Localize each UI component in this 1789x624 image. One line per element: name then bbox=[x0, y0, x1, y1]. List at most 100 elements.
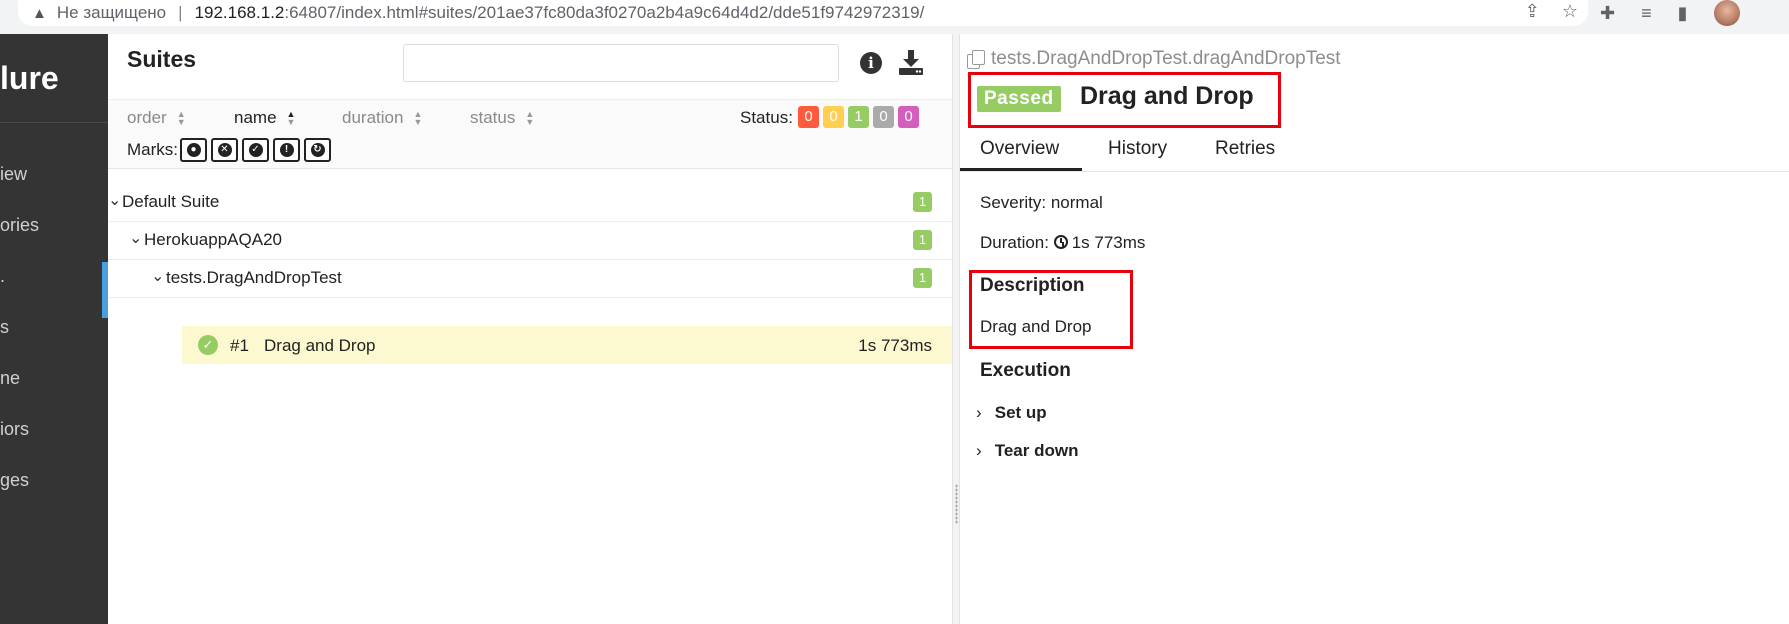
step-label: Set up bbox=[994, 403, 1047, 422]
sidebar-item-categories[interactable]: ories bbox=[0, 215, 39, 236]
tab-retries[interactable]: Retries bbox=[1215, 138, 1275, 160]
download-icon[interactable] bbox=[898, 48, 924, 76]
clock-icon bbox=[1053, 235, 1068, 249]
copy-icon[interactable] bbox=[967, 50, 985, 69]
warning-icon[interactable]: ▲ bbox=[32, 5, 47, 22]
status-filter-label: Status: bbox=[740, 108, 793, 127]
sort-name[interactable]: name ▲ ▼ bbox=[234, 108, 295, 128]
active-tab-indicator bbox=[960, 168, 1082, 171]
sidebar-item-timeline[interactable]: ne bbox=[0, 368, 20, 389]
sort-arrows-icon: ▲ ▼ bbox=[176, 109, 186, 127]
test-name: Drag and Drop bbox=[264, 336, 376, 355]
reading-list-icon[interactable]: ≡ bbox=[1641, 3, 1652, 24]
tree-row-herokuapp[interactable]: ⌄ HerokuappAQA20 1 bbox=[108, 220, 952, 260]
step-label: Tear down bbox=[994, 441, 1079, 460]
duration: Duration: 1s 773ms bbox=[980, 233, 1145, 253]
url-actions: ⇪ ☆ bbox=[1525, 1, 1578, 22]
insecure-label[interactable]: Не защищено bbox=[57, 3, 166, 23]
test-number: #1 bbox=[230, 336, 249, 355]
info-icon[interactable]: i bbox=[860, 52, 882, 74]
new-failed-mark-toggle[interactable]: ✕ bbox=[211, 138, 238, 162]
count-badge: 1 bbox=[913, 230, 932, 250]
tree-row-label: Default Suite bbox=[122, 192, 220, 211]
status-failed-toggle[interactable]: 0 bbox=[798, 106, 819, 128]
check-circle-icon: ✓ bbox=[248, 143, 263, 157]
retries-mark-toggle[interactable]: ↻ bbox=[304, 138, 331, 162]
flaky-mark-toggle[interactable]: ● bbox=[180, 138, 207, 162]
sidebar-item-packages[interactable]: ges bbox=[0, 470, 29, 491]
url-path[interactable]: :64807/index.html#suites/201ae37fc80da3f… bbox=[284, 3, 924, 23]
duration-label: Duration: bbox=[980, 233, 1049, 252]
new-passed-mark-toggle[interactable]: ✓ bbox=[242, 138, 269, 162]
status-unknown-toggle[interactable]: 0 bbox=[898, 106, 919, 128]
browser-extensions: ✚ ≡ ▮ bbox=[1600, 0, 1740, 26]
execution-heading: Execution bbox=[980, 360, 1071, 381]
sort-status-label: status bbox=[470, 108, 516, 127]
check-circle-icon: ✓ bbox=[198, 335, 218, 355]
sidebar: lure iew ories . s ne iors ges bbox=[0, 34, 108, 624]
new-broken-mark-toggle[interactable]: ! bbox=[273, 138, 300, 162]
test-full-name: tests.DragAndDropTest.dragAndDropTest bbox=[991, 48, 1341, 69]
marks-filter: ● ✕ ✓ ! ↻ bbox=[180, 138, 331, 162]
step-teardown[interactable]: › Tear down bbox=[976, 441, 1078, 461]
tree-row-label: HerokuappAQA20 bbox=[144, 230, 282, 249]
description-heading: Description bbox=[980, 275, 1085, 296]
tree-row-dragdrop-test[interactable]: ⌄ tests.DragAndDropTest 1 bbox=[108, 258, 952, 298]
sort-status[interactable]: status ▲ ▼ bbox=[470, 108, 534, 128]
count-badge: 1 bbox=[913, 268, 932, 288]
status-skipped-toggle[interactable]: 0 bbox=[873, 106, 894, 128]
extensions-puzzle-icon[interactable]: ✚ bbox=[1600, 3, 1615, 24]
sidebar-item-graphs[interactable]: s bbox=[0, 317, 9, 338]
page-title: Suites bbox=[127, 46, 197, 72]
sort-name-label: name bbox=[234, 108, 277, 127]
url-host[interactable]: 192.168.1.2 bbox=[195, 3, 285, 23]
chevron-right-icon: › bbox=[976, 403, 982, 422]
status-filter: 0 0 1 0 0 bbox=[798, 106, 919, 128]
chevron-right-icon: › bbox=[976, 441, 982, 460]
splitter-grip-icon[interactable] bbox=[955, 484, 958, 524]
sidebar-item-behaviors[interactable]: iors bbox=[0, 419, 29, 440]
marks-label: Marks: bbox=[127, 140, 178, 159]
profile-avatar[interactable] bbox=[1713, 0, 1740, 26]
status-broken-toggle[interactable]: 0 bbox=[823, 106, 844, 128]
times-circle-icon: ✕ bbox=[217, 143, 232, 157]
url-separator: | bbox=[178, 3, 183, 22]
breadcrumb: tests.DragAndDropTest.dragAndDropTest bbox=[967, 48, 1341, 70]
test-case-row[interactable]: ✓ #1 Drag and Drop 1s 773ms bbox=[182, 326, 952, 364]
browser-toolbar: ▲ Не защищено | 192.168.1.2 :64807/index… bbox=[0, 0, 1789, 34]
side-panel-icon[interactable]: ▮ bbox=[1678, 3, 1688, 24]
address-bar[interactable]: ▲ Не защищено | 192.168.1.2 :64807/index… bbox=[18, 0, 1588, 26]
sort-order[interactable]: order ▲ ▼ bbox=[127, 108, 186, 128]
severity: Severity: normal bbox=[980, 193, 1103, 212]
sidebar-item-overview[interactable]: iew bbox=[0, 164, 27, 185]
sort-arrows-icon: ▲ ▼ bbox=[413, 109, 423, 127]
step-setup[interactable]: › Set up bbox=[976, 403, 1047, 423]
sidebar-divider bbox=[0, 122, 108, 123]
tab-history[interactable]: History bbox=[1108, 138, 1167, 160]
sort-order-label: order bbox=[127, 108, 167, 127]
sort-duration[interactable]: duration ▲ ▼ bbox=[342, 108, 422, 128]
test-detail-panel: tests.DragAndDropTest.dragAndDropTest Pa… bbox=[960, 34, 1789, 624]
pane-splitter[interactable] bbox=[952, 34, 960, 624]
status-passed-toggle[interactable]: 1 bbox=[848, 106, 869, 128]
tree-row-label: tests.DragAndDropTest bbox=[166, 268, 342, 287]
count-badge: 1 bbox=[913, 192, 932, 212]
sort-arrows-icon: ▲ ▼ bbox=[286, 109, 296, 127]
share-icon[interactable]: ⇪ bbox=[1525, 1, 1540, 22]
status-badge: Passed bbox=[977, 86, 1061, 112]
bookmark-star-icon[interactable]: ☆ bbox=[1562, 1, 1578, 22]
app-logo[interactable]: lure bbox=[0, 60, 59, 97]
tab-overview[interactable]: Overview bbox=[980, 138, 1059, 160]
chevron-down-icon: ⌄ bbox=[151, 268, 165, 285]
sidebar-item-suites[interactable]: . bbox=[0, 266, 5, 287]
chevron-down-icon: ⌄ bbox=[129, 230, 143, 247]
suites-panel: Suites i order ▲ ▼ name ▲ ▼ duration ▲ ▼ st… bbox=[108, 34, 952, 624]
tree-row-default-suite[interactable]: ⌄ Default Suite 1 bbox=[108, 182, 952, 222]
suites-toolbar: order ▲ ▼ name ▲ ▼ duration ▲ ▼ status ▲ ▼ S… bbox=[108, 99, 952, 169]
sort-arrows-icon: ▲ ▼ bbox=[525, 109, 535, 127]
test-duration: 1s 773ms bbox=[858, 336, 932, 355]
duration-value: 1s 773ms bbox=[1071, 233, 1146, 252]
detail-tabs: Overview History Retries bbox=[960, 132, 1789, 172]
test-title: Drag and Drop bbox=[1080, 82, 1254, 110]
search-input[interactable] bbox=[403, 44, 839, 82]
